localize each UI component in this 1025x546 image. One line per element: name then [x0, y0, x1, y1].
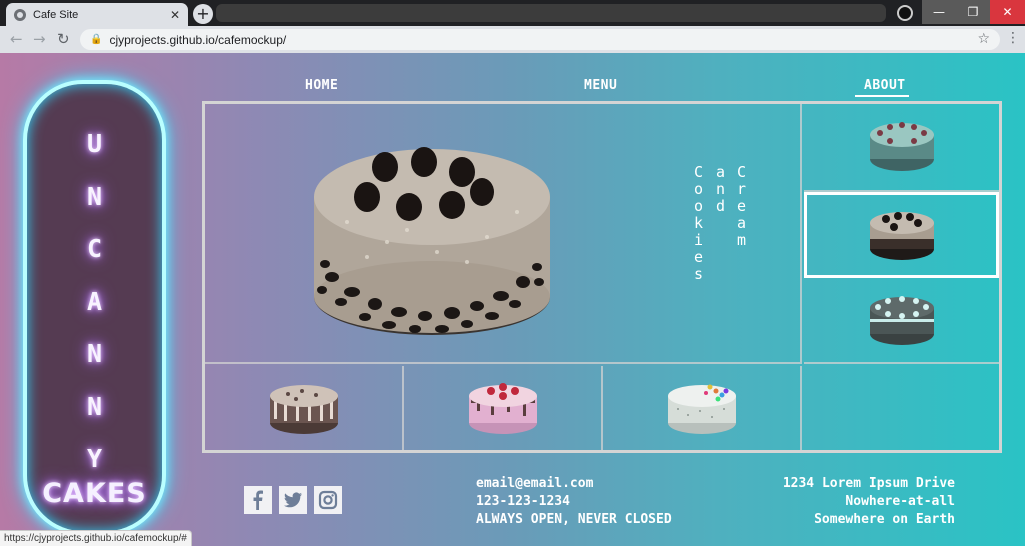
tab-title: Cafe Site	[33, 8, 79, 21]
cake-name-letter: e	[737, 197, 747, 215]
contact-email[interactable]: email@email.com	[476, 475, 672, 493]
minimize-button[interactable]: —	[922, 0, 956, 24]
url-text[interactable]: cjyprojects.github.io/cafemockup/	[109, 33, 286, 47]
bottom-thumbnail-1[interactable]	[205, 366, 404, 450]
mint-cake-thumbnail	[869, 122, 934, 171]
contact-hours: ALWAYS OPEN, NEVER CLOSED	[476, 512, 672, 527]
instagram-icon[interactable]	[314, 486, 342, 514]
browser-tab-bar: Cafe Site ✕ + — ❐ ✕	[0, 0, 1025, 26]
logo-word: CAKES	[42, 478, 147, 509]
chocolate-drip-cake-thumbnail	[269, 385, 338, 434]
address-info: 1234 Lorem Ipsum Drive Nowhere-at-all So…	[783, 475, 955, 529]
sprinkle-cake-thumbnail	[667, 384, 736, 434]
page-content: UNCANNY CAKES HOME MENU ABOUT C o o k i …	[0, 53, 1025, 546]
twitter-icon[interactable]	[279, 486, 307, 514]
profile-icon[interactable]	[897, 5, 913, 21]
back-icon[interactable]: ←	[10, 30, 23, 48]
cake-name-letter: o	[694, 197, 704, 215]
side-thumbnail-2-selected[interactable]	[804, 192, 999, 278]
logo-sign: UNCANNY CAKES	[23, 80, 166, 535]
cake-name-column-2: and	[716, 164, 725, 215]
cake-name-letter: k	[694, 214, 704, 232]
cake-name-letter: C	[737, 163, 747, 181]
star-icon[interactable]: ☆	[977, 31, 990, 47]
contact-phone: 123-123-1234	[476, 494, 570, 509]
cake-name-letter: a	[737, 214, 747, 232]
logo-letters: UNCANNY	[27, 118, 162, 486]
cake-name-letter: a	[716, 163, 726, 181]
browser-tab[interactable]: Cafe Site ✕	[6, 3, 188, 26]
strawberry-cake-thumbnail	[468, 383, 537, 434]
lock-icon[interactable]: 🔒	[90, 34, 102, 45]
forward-icon[interactable]: →	[33, 30, 46, 48]
cake-name-letter: n	[716, 180, 726, 198]
status-bar-url: https://cjyprojects.github.io/cafemockup…	[0, 530, 192, 546]
cake-name-letter: o	[694, 180, 704, 198]
cookies-cream-cake-thumbnail	[869, 212, 934, 260]
side-thumbnail-3[interactable]	[804, 278, 999, 364]
bottom-empty-cell	[802, 366, 999, 450]
address-line-2: Nowhere-at-all	[845, 494, 955, 509]
cake-name-column-3: Cream	[737, 164, 746, 249]
url-bar[interactable]: 🔒 cjyprojects.github.io/cafemockup/ ☆	[80, 29, 1000, 50]
cake-name-letter: r	[737, 180, 747, 198]
mint-frosted-cake-thumbnail	[869, 296, 934, 345]
cookies-and-cream-cake-image	[314, 147, 550, 335]
close-tab-icon[interactable]: ✕	[170, 8, 180, 22]
cake-name-letter: m	[737, 231, 747, 249]
address-line-1: 1234 Lorem Ipsum Drive	[782, 476, 955, 491]
close-window-button[interactable]: ✕	[990, 0, 1025, 24]
cake-gallery: Cookies and Cream	[202, 101, 1002, 453]
menu-dots-icon[interactable]: ⋮	[1006, 30, 1020, 46]
maximize-button[interactable]: ❐	[956, 0, 990, 24]
cake-name-letter: C	[694, 163, 704, 181]
cake-name-letter: d	[716, 197, 726, 215]
address-line-3: Somewhere on Earth	[814, 512, 955, 527]
contact-info: email@email.com 123-123-1234 ALWAYS OPEN…	[476, 475, 672, 529]
logo-letter: N	[86, 391, 103, 421]
nav-menu-link[interactable]: MENU	[584, 78, 617, 93]
cake-name-letter: s	[694, 265, 704, 283]
active-nav-underline	[855, 95, 909, 97]
new-tab-button[interactable]: +	[193, 4, 213, 24]
logo-letter: A	[86, 286, 103, 316]
logo-letter: C	[86, 234, 103, 263]
nav-about-link[interactable]: ABOUT	[864, 78, 906, 93]
side-thumbnail-1[interactable]	[804, 104, 999, 192]
cake-name-column-1: Cookies	[694, 164, 703, 283]
address-toolbar: ← → ↻ 🔒 cjyprojects.github.io/cafemockup…	[0, 26, 1025, 53]
reload-icon[interactable]: ↻	[57, 30, 70, 48]
logo-letter: U	[86, 129, 103, 158]
facebook-icon[interactable]	[244, 486, 272, 514]
tab-strip	[216, 4, 886, 22]
nav-home-link[interactable]: HOME	[305, 78, 338, 93]
globe-icon	[14, 8, 26, 21]
cake-name-letter: e	[694, 248, 704, 266]
cake-name-letter: i	[694, 231, 704, 249]
bottom-thumbnail-2[interactable]	[404, 366, 603, 450]
bottom-thumbnail-3[interactable]	[603, 366, 802, 450]
featured-cake-panel: Cookies and Cream	[205, 104, 802, 364]
logo-letter: N	[86, 181, 103, 211]
logo-letter: N	[86, 339, 103, 368]
